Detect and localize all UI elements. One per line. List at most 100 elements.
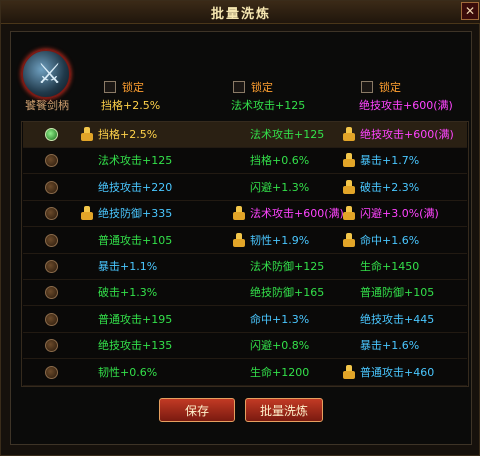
row-radio[interactable] <box>45 207 58 221</box>
attr-text: 闪避+0.8% <box>250 339 310 353</box>
thumbs-up-icon <box>343 127 357 141</box>
attr-text: 法术攻击+125 <box>250 128 325 141</box>
table-row[interactable]: 暴击+1.1% 法术防御+125 生命+1450 <box>23 254 467 280</box>
attr-cell: 普通攻击+195 <box>81 307 172 333</box>
row-radio[interactable] <box>45 365 58 379</box>
attr-cell: 破击+2.3% <box>343 175 419 201</box>
attr-text: 绝技攻击+445 <box>360 312 435 326</box>
row-radio[interactable] <box>45 260 58 273</box>
thumbs-up-icon <box>81 206 95 221</box>
current-attr-2: 法术攻击+125 <box>231 99 306 112</box>
attr-cell: 绝技攻击+445 <box>343 307 434 333</box>
attr-text: 挡格+2.5% <box>98 128 158 141</box>
save-button[interactable]: 保存 <box>159 398 235 422</box>
thumbs-up-icon <box>343 364 357 379</box>
attr-text: 韧性+1.9% <box>250 233 310 247</box>
attr-cell: 暴击+1.6% <box>343 333 419 359</box>
attr-cell: 绝技防御+165 <box>233 280 324 306</box>
attr-text: 闪避+1.3% <box>250 180 310 194</box>
attr-text: 韧性+0.6% <box>98 365 158 379</box>
current-attr-1: 挡格+2.5% <box>101 99 161 112</box>
attr-text: 命中+1.3% <box>250 312 310 326</box>
attr-cell: 命中+1.6% <box>343 228 419 254</box>
thumbs-up-icon <box>81 127 95 141</box>
attr-cell: 绝技攻击+600(满) <box>343 122 454 148</box>
thumbs-up-icon <box>343 206 357 221</box>
attr-cell: 生命+1200 <box>233 360 309 386</box>
window-title: 批量洗炼 <box>210 7 271 22</box>
table-row[interactable]: 普通攻击+105 韧性+1.9% 命中+1.6% <box>23 228 467 254</box>
table-row[interactable]: 韧性+0.6% 生命+1200 普通攻击+460 <box>23 360 467 386</box>
attr-cell: 法术攻击+600(满) <box>233 201 344 227</box>
lock-label-2: 锁定 <box>251 81 273 94</box>
lock-checkbox-2[interactable] <box>233 81 245 93</box>
close-button[interactable]: ✕ <box>461 2 479 20</box>
attr-cell: 绝技攻击+135 <box>81 333 172 359</box>
lock-label-3: 锁定 <box>379 81 401 94</box>
thumbs-up-icon <box>233 232 247 247</box>
attr-cell: 破击+1.3% <box>81 280 157 306</box>
thumbs-up-icon <box>343 153 357 168</box>
attr-cell: 法术攻击+125 <box>81 148 172 174</box>
attr-cell: 普通攻击+105 <box>81 228 172 254</box>
batch-refine-window: 批量洗炼 ✕ ⚔ 饕餮剑柄 锁定 锁定 锁定 挡格+2.5% 法术攻击+125 … <box>0 0 480 456</box>
attr-cell: 韧性+1.9% <box>233 228 309 254</box>
thumbs-up-icon <box>343 232 357 247</box>
attr-cell: 闪避+3.0%(满) <box>343 201 439 227</box>
attr-cell: 挡格+2.5% <box>81 122 157 148</box>
attr-cell: 命中+1.3% <box>233 307 309 333</box>
attr-text: 闪避+3.0%(满) <box>360 207 439 221</box>
attr-cell: 绝技防御+335 <box>81 201 172 227</box>
attr-text: 普通防御+105 <box>360 286 435 300</box>
sword-icon: ⚔ <box>21 49 71 99</box>
attr-cell: 法术防御+125 <box>233 254 324 280</box>
table-row[interactable]: 绝技攻击+135 闪避+0.8% 暴击+1.6% <box>23 333 467 360</box>
attr-text: 绝技防御+335 <box>98 207 173 221</box>
lock-checkbox-1[interactable] <box>104 81 116 93</box>
attr-text: 暴击+1.6% <box>360 339 420 353</box>
row-radio[interactable] <box>45 180 58 194</box>
attr-text: 普通攻击+195 <box>98 312 173 326</box>
row-radio[interactable] <box>45 233 58 247</box>
row-radio[interactable] <box>45 339 58 353</box>
row-radio[interactable] <box>45 312 58 326</box>
attr-cell: 法术攻击+125 <box>233 122 324 148</box>
attr-text: 法术攻击+125 <box>98 154 173 168</box>
table-row[interactable]: 绝技攻击+220 闪避+1.3% 破击+2.3% <box>23 175 467 201</box>
thumbs-up-icon <box>343 179 357 194</box>
attr-cell: 韧性+0.6% <box>81 360 157 386</box>
table-row[interactable]: 法术攻击+125 挡格+0.6% 暴击+1.7% <box>23 148 467 175</box>
current-attr-3: 绝技攻击+600(满) <box>359 99 453 112</box>
attr-text: 法术防御+125 <box>250 260 325 273</box>
table-row[interactable]: 挡格+2.5% 法术攻击+125 绝技攻击+600(满) <box>23 122 467 148</box>
attr-text: 生命+1450 <box>360 260 420 273</box>
table-row[interactable]: 破击+1.3% 绝技防御+165 普通防御+105 <box>23 280 467 307</box>
attr-text: 命中+1.6% <box>360 233 420 247</box>
lock-checkbox-3[interactable] <box>361 81 373 93</box>
row-radio[interactable] <box>45 286 58 300</box>
attr-cell: 闪避+1.3% <box>233 175 309 201</box>
attr-cell: 挡格+0.6% <box>233 148 309 174</box>
table-row[interactable]: 普通攻击+195 命中+1.3% 绝技攻击+445 <box>23 307 467 333</box>
lock-label-1: 锁定 <box>122 81 144 94</box>
attr-text: 暴击+1.1% <box>98 260 158 273</box>
attr-text: 挡格+0.6% <box>250 154 310 168</box>
attr-cell: 普通防御+105 <box>343 280 434 306</box>
attr-cell: 生命+1450 <box>343 254 419 280</box>
table-row[interactable]: 绝技防御+335 法术攻击+600(满) 闪避+3.0%(满) <box>23 201 467 228</box>
attr-text: 普通攻击+460 <box>360 365 435 379</box>
attr-text: 破击+2.3% <box>360 180 420 194</box>
row-radio[interactable] <box>45 128 58 141</box>
row-radio[interactable] <box>45 154 58 168</box>
attr-text: 绝技攻击+600(满) <box>360 128 454 141</box>
attr-text: 普通攻击+105 <box>98 233 173 247</box>
attr-cell: 闪避+0.8% <box>233 333 309 359</box>
weapon-name: 饕餮剑柄 <box>25 99 69 112</box>
thumbs-up-icon <box>233 206 247 221</box>
attr-text: 法术攻击+600(满) <box>250 207 344 221</box>
batch-refine-button[interactable]: 批量洗炼 <box>245 398 323 422</box>
attr-text: 绝技防御+165 <box>250 286 325 300</box>
title-bar[interactable]: 批量洗炼 ✕ <box>1 1 480 24</box>
attr-cell: 普通攻击+460 <box>343 360 434 386</box>
attr-text: 生命+1200 <box>250 365 310 379</box>
